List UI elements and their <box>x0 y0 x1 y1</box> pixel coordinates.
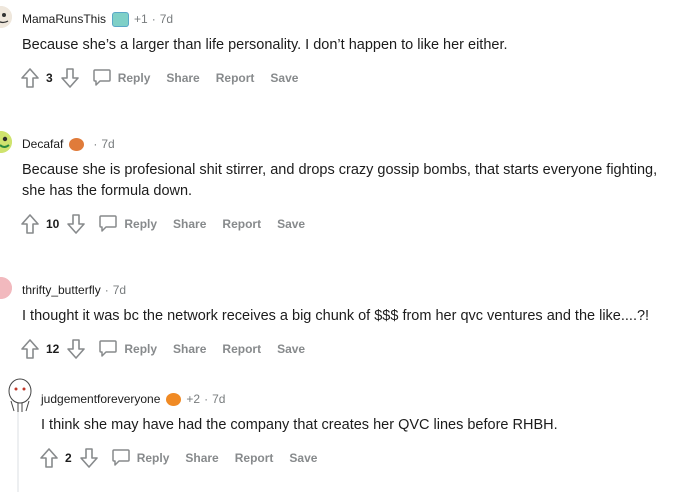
comment-body: I think she may have had the company tha… <box>41 415 677 436</box>
author-name[interactable]: judgementforeveryone <box>41 392 160 406</box>
comment-bubble-icon <box>98 338 118 361</box>
report-button[interactable]: Report <box>222 342 261 356</box>
comment-actions: 3 Reply Share Report Save <box>20 66 298 90</box>
reply-label: Reply <box>117 71 151 85</box>
flair-icon <box>69 137 85 151</box>
downvote-icon[interactable] <box>66 213 86 235</box>
comment-meta: judgementforeveryone +2 · 7d <box>41 390 225 408</box>
comment-meta: MamaRunsThis +1 · 7d <box>22 10 173 28</box>
comment-text-line: she has the formula down. <box>22 183 193 199</box>
reply-label: Reply <box>136 451 170 465</box>
separator: · <box>151 12 156 26</box>
vote-score: 12 <box>46 342 60 356</box>
report-button[interactable]: Report <box>222 217 261 231</box>
comment-body: Because she is profesional shit stirrer,… <box>22 160 677 202</box>
thread-line[interactable] <box>17 412 19 492</box>
vote-score: 3 <box>46 71 53 85</box>
separator: · <box>93 137 98 151</box>
share-button[interactable]: Share <box>166 71 199 85</box>
upvote-icon[interactable] <box>20 338 40 360</box>
author-name[interactable]: thrifty_butterfly <box>22 283 101 297</box>
downvote-icon[interactable] <box>66 338 86 360</box>
comment-text-line: Because she is profesional shit stirrer,… <box>22 162 658 178</box>
reply-button[interactable]: Reply <box>98 213 157 236</box>
downvote-icon[interactable] <box>79 447 99 469</box>
flair-count: +2 <box>186 392 201 406</box>
comment-bubble-icon <box>111 447 131 470</box>
save-button[interactable]: Save <box>270 71 298 85</box>
separator: · <box>104 283 109 297</box>
save-button[interactable]: Save <box>277 342 305 356</box>
comment-actions: 10 Reply Share Report Save <box>20 212 305 236</box>
report-button[interactable]: Report <box>216 71 255 85</box>
reply-button[interactable]: Reply <box>98 338 157 361</box>
reply-label: Reply <box>124 342 158 356</box>
comment-text-line: I thought it was bc the network receives… <box>22 308 650 324</box>
share-button[interactable]: Share <box>173 217 206 231</box>
reply-button[interactable]: Reply <box>111 447 170 470</box>
comment-meta: Decafaf · 7d <box>22 135 115 153</box>
avatar[interactable] <box>0 277 12 299</box>
comment-meta: thrifty_butterfly · 7d <box>22 281 126 299</box>
vote-score: 2 <box>65 451 72 465</box>
downvote-icon[interactable] <box>60 67 80 89</box>
timestamp[interactable]: 7d <box>212 392 225 406</box>
comment-body: Because she’s a larger than life persona… <box>22 35 677 56</box>
save-button[interactable]: Save <box>277 217 305 231</box>
comment-actions: 12 Reply Share Report Save <box>20 337 305 361</box>
upvote-icon[interactable] <box>20 67 40 89</box>
avatar[interactable] <box>0 6 12 28</box>
author-name[interactable]: Decafaf <box>22 137 63 151</box>
reply-label: Reply <box>124 217 158 231</box>
vote-score: 10 <box>46 217 60 231</box>
flair-icon <box>112 11 130 27</box>
avatar[interactable] <box>0 131 12 153</box>
timestamp[interactable]: 7d <box>160 12 173 26</box>
comment-bubble-icon <box>92 67 112 90</box>
avatar[interactable] <box>6 377 34 413</box>
share-button[interactable]: Share <box>173 342 206 356</box>
author-name[interactable]: MamaRunsThis <box>22 12 106 26</box>
share-button[interactable]: Share <box>185 451 218 465</box>
timestamp[interactable]: 7d <box>113 283 126 297</box>
comment-body: I thought it was bc the network receives… <box>22 306 677 327</box>
comment-bubble-icon <box>98 213 118 236</box>
save-button[interactable]: Save <box>289 451 317 465</box>
comment-text-line: I think she may have had the company tha… <box>41 417 558 433</box>
comment-actions: 2 Reply Share Report Save <box>39 446 317 470</box>
timestamp[interactable]: 7d <box>101 137 114 151</box>
upvote-icon[interactable] <box>39 447 59 469</box>
upvote-icon[interactable] <box>20 213 40 235</box>
flair-count: +1 <box>134 12 148 26</box>
reply-button[interactable]: Reply <box>92 67 151 90</box>
separator: · <box>204 392 209 406</box>
report-button[interactable]: Report <box>235 451 274 465</box>
comment-text-line: Because she’s a larger than life persona… <box>22 37 508 53</box>
flair-icon <box>166 392 182 406</box>
